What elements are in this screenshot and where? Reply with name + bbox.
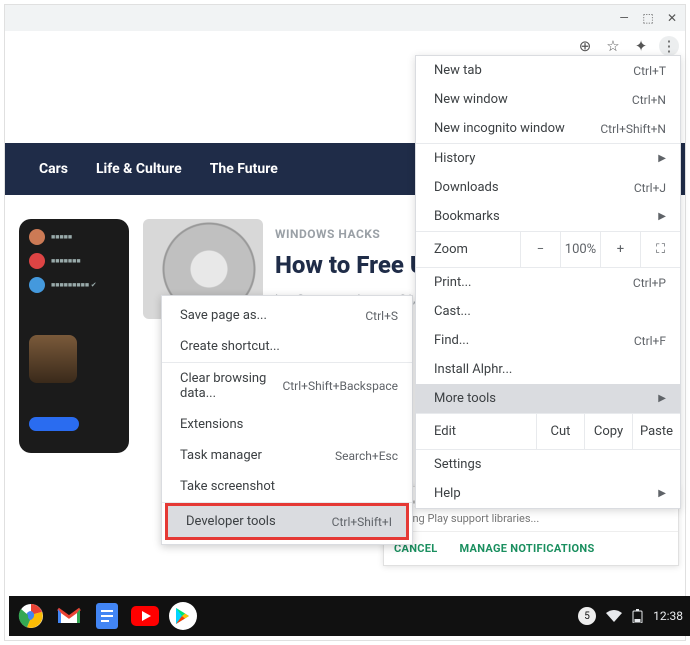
battery-icon: [632, 609, 643, 623]
submenu-screenshot[interactable]: Take screenshot: [162, 471, 412, 502]
menu-help[interactable]: Help▶: [416, 479, 680, 508]
menu-edit: Edit Cut Copy Paste: [416, 414, 680, 449]
menu-zoom: Zoom − 100% + ⛶: [416, 232, 680, 267]
youtube-app-icon[interactable]: [131, 602, 159, 630]
play-store-app-icon[interactable]: [169, 602, 197, 630]
menu-cast[interactable]: Cast...: [416, 297, 680, 326]
more-menu-icon[interactable]: ⋮: [659, 36, 679, 56]
chrome-main-menu: New tabCtrl+T New windowCtrl+N New incog…: [415, 55, 681, 509]
chrome-app-icon[interactable]: [17, 602, 45, 630]
wifi-icon: [606, 610, 622, 622]
menu-print[interactable]: Print...Ctrl+P: [416, 268, 680, 297]
phone-mock-image: ■■■■■ ■■■■■■■ ■■■■■■■■■ ✔: [19, 219, 129, 453]
menu-install[interactable]: Install Alphr...: [416, 355, 680, 384]
gmail-app-icon[interactable]: [55, 602, 83, 630]
menu-incognito[interactable]: New incognito windowCtrl+Shift+N: [416, 114, 680, 143]
notification-count-badge[interactable]: 5: [578, 607, 596, 625]
submenu-save-page[interactable]: Save page as...Ctrl+S: [162, 300, 412, 331]
zoom-value: 100%: [560, 232, 600, 267]
notif-body: dating Play support libraries...: [384, 512, 678, 532]
system-tray[interactable]: 5 12:38: [578, 607, 683, 625]
nav-item-future[interactable]: The Future: [210, 161, 278, 177]
menu-history[interactable]: History▶: [416, 144, 680, 173]
submenu-developer-tools[interactable]: Developer toolsCtrl+Shift+I: [168, 506, 406, 537]
menu-more-tools[interactable]: More tools▶: [416, 384, 680, 413]
edit-cut-button[interactable]: Cut: [536, 414, 584, 449]
shelf-taskbar: 5 12:38: [9, 596, 690, 636]
window-minimize-button[interactable]: —: [617, 11, 631, 25]
nav-item-cars[interactable]: Cars: [39, 161, 68, 177]
window-titlebar: — ⬚ ✕: [5, 5, 685, 31]
zoom-label: Zoom: [416, 232, 520, 267]
window-close-button[interactable]: ✕: [665, 11, 679, 25]
fullscreen-button[interactable]: ⛶: [640, 232, 680, 267]
more-tools-submenu: Save page as...Ctrl+S Create shortcut...…: [161, 295, 413, 545]
submenu-extensions[interactable]: Extensions: [162, 409, 412, 440]
extensions-icon[interactable]: ✦: [631, 36, 651, 56]
nav-item-life[interactable]: Life & Culture: [96, 161, 182, 177]
edit-label: Edit: [416, 414, 536, 449]
add-tab-icon[interactable]: ⊕: [575, 36, 595, 56]
edit-paste-button[interactable]: Paste: [632, 414, 680, 449]
notif-manage-button[interactable]: MANAGE NOTIFICATIONS: [460, 542, 595, 555]
menu-new-tab[interactable]: New tabCtrl+T: [416, 56, 680, 85]
window-maximize-button[interactable]: ⬚: [641, 11, 655, 25]
docs-app-icon[interactable]: [93, 602, 121, 630]
submenu-create-shortcut[interactable]: Create shortcut...: [162, 331, 412, 362]
submenu-task-manager[interactable]: Task managerSearch+Esc: [162, 440, 412, 471]
menu-new-window[interactable]: New windowCtrl+N: [416, 85, 680, 114]
submenu-clear-data[interactable]: Clear browsing data...Ctrl+Shift+Backspa…: [162, 363, 412, 409]
menu-find[interactable]: Find...Ctrl+F: [416, 326, 680, 355]
star-icon[interactable]: ☆: [603, 36, 623, 56]
menu-downloads[interactable]: DownloadsCtrl+J: [416, 173, 680, 202]
zoom-in-button[interactable]: +: [600, 232, 640, 267]
menu-bookmarks[interactable]: Bookmarks▶: [416, 202, 680, 231]
zoom-out-button[interactable]: −: [520, 232, 560, 267]
clock-time: 12:38: [653, 609, 683, 623]
menu-settings[interactable]: Settings: [416, 450, 680, 479]
edit-copy-button[interactable]: Copy: [584, 414, 632, 449]
